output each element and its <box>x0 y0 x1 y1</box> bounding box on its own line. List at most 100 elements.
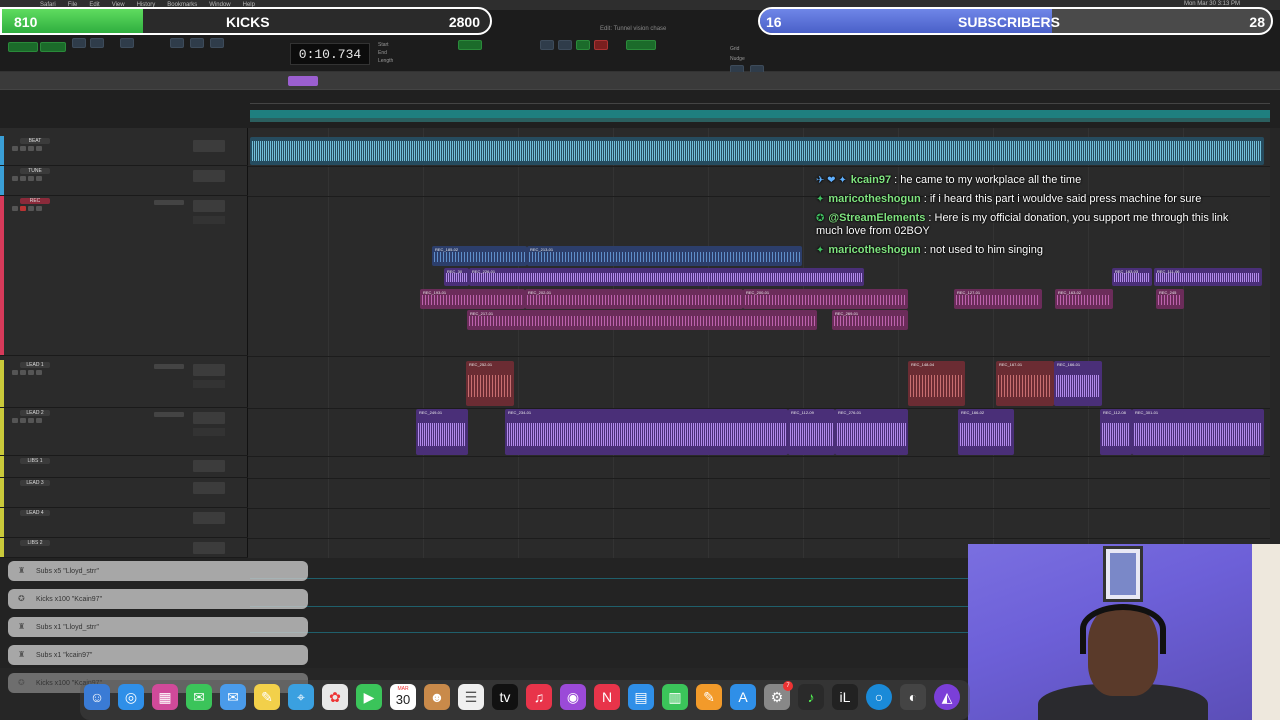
track-name[interactable]: LEAD 1 <box>20 362 50 368</box>
news-icon[interactable]: N <box>594 684 620 710</box>
audio-clip[interactable]: REC_252-01 <box>466 361 514 406</box>
count-off-button[interactable] <box>626 40 656 50</box>
track-name[interactable]: LIBS 1 <box>20 458 50 464</box>
podcasts-icon[interactable]: ◉ <box>560 684 586 710</box>
track-volume[interactable] <box>193 216 225 224</box>
audio-clip[interactable]: REC_185-02 <box>432 246 527 266</box>
audio-clip[interactable]: REC_226-01 <box>469 268 864 286</box>
audio-clip[interactable]: REC_163-02 <box>1055 289 1113 309</box>
insert-reverb[interactable] <box>154 364 184 369</box>
contacts-icon[interactable]: ☻ <box>424 684 450 710</box>
audio-clip[interactable]: REC_112-09 <box>788 409 835 455</box>
track-io[interactable] <box>193 512 225 524</box>
audio-clip[interactable]: REC_234-01 <box>505 409 788 455</box>
meter-ruler[interactable] <box>250 118 1270 122</box>
mode-button[interactable] <box>8 42 38 52</box>
insert-reverb[interactable] <box>154 412 184 417</box>
audio-clip[interactable]: REC_166-01 <box>1054 361 1102 406</box>
photos-icon[interactable]: ✿ <box>322 684 348 710</box>
pro-tools-icon[interactable]: ◭ <box>934 684 960 710</box>
audio-clip[interactable]: REC_111-06 <box>1154 268 1262 286</box>
audio-clip[interactable]: REC_217-01 <box>467 310 817 330</box>
audio-clip[interactable]: REC_202-01 <box>525 289 743 309</box>
track-header[interactable]: TUNE <box>0 166 248 196</box>
audio-clip[interactable]: REC_269-01 <box>832 310 908 330</box>
notes-icon[interactable]: ✎ <box>254 684 280 710</box>
track-io[interactable] <box>193 364 225 376</box>
track-header[interactable]: LIBS 2 <box>0 538 248 558</box>
track-buttons[interactable] <box>12 206 42 211</box>
utility-icon[interactable]: ◐ <box>900 684 926 710</box>
track-header[interactable]: LEAD 2 <box>0 408 248 456</box>
track-io[interactable] <box>193 140 225 152</box>
insert-reverb[interactable] <box>154 200 184 205</box>
apple-tv-icon[interactable]: tv <box>492 684 518 710</box>
audio-clip[interactable]: REC_167-01 <box>996 361 1054 406</box>
track-header[interactable]: REC <box>0 196 248 356</box>
audio-clip[interactable]: REC_127-01 <box>954 289 1042 309</box>
reminders-icon[interactable]: ☰ <box>458 684 484 710</box>
sync-icon[interactable]: ○ <box>866 684 892 710</box>
record-icon[interactable] <box>594 40 608 50</box>
track-header[interactable]: BEAT <box>0 136 248 166</box>
system-preferences-icon[interactable]: ⚙ 7 <box>764 681 793 710</box>
track-header[interactable]: LEAD 1 <box>0 360 248 408</box>
track-name[interactable]: LEAD 3 <box>20 480 50 486</box>
tool-selector-icon[interactable] <box>190 38 204 48</box>
track-name[interactable]: LEAD 4 <box>20 510 50 516</box>
audio-clip[interactable]: REC_193-01 <box>420 289 525 309</box>
track-io[interactable] <box>193 170 225 182</box>
audio-clip[interactable]: REC_163-03 <box>1112 268 1152 286</box>
keynote-icon[interactable]: ▤ <box>628 684 654 710</box>
track-io[interactable] <box>193 482 225 494</box>
main-counter[interactable]: 0:10.734 <box>290 43 370 65</box>
track-buttons[interactable] <box>12 146 42 151</box>
track-name[interactable]: LIBS 2 <box>20 540 50 546</box>
session-overview[interactable] <box>0 72 1280 90</box>
audio-clip[interactable]: REC_249-01 <box>416 409 468 455</box>
pages-icon[interactable]: ✎ <box>696 684 722 710</box>
track-io[interactable] <box>193 460 225 472</box>
audio-clip[interactable]: REC_276-01 <box>835 409 908 455</box>
track-buttons[interactable] <box>12 176 42 181</box>
track-header[interactable]: LEAD 4 <box>0 508 248 538</box>
track-buttons[interactable] <box>12 370 42 375</box>
track-name[interactable]: LEAD 2 <box>20 410 50 416</box>
audio-clip[interactable]: REC_213-01 <box>527 246 802 266</box>
bars-beats-ruler[interactable] <box>250 94 1270 104</box>
calendar-icon[interactable]: MAR 30 <box>390 684 416 710</box>
mode-button[interactable] <box>40 42 66 52</box>
track-io[interactable] <box>193 542 225 554</box>
ilok-icon[interactable]: iL <box>832 684 858 710</box>
zoom-button[interactable] <box>72 38 86 48</box>
audio-clip[interactable]: REC_245 <box>1156 289 1184 309</box>
play-icon[interactable] <box>576 40 590 50</box>
tempo-ruler[interactable] <box>250 110 1270 118</box>
audio-clip-beat[interactable] <box>250 137 1264 165</box>
track-io[interactable] <box>193 412 225 424</box>
numbers-icon[interactable]: ▥ <box>662 684 688 710</box>
maps-icon[interactable]: ⌖ <box>288 684 314 710</box>
app-store-icon[interactable]: A <box>730 684 756 710</box>
track-io[interactable] <box>193 200 225 212</box>
track-volume[interactable] <box>193 428 225 436</box>
track-volume[interactable] <box>193 380 225 388</box>
music-app-icon[interactable]: ♪ <box>798 684 824 710</box>
messages-icon[interactable]: ✉ <box>186 684 212 710</box>
safari-icon[interactable]: ◎ <box>118 684 144 710</box>
audio-clip[interactable]: REC_301-01 <box>1132 409 1264 455</box>
rewind-icon[interactable] <box>540 40 554 50</box>
track-name[interactable]: REC <box>20 198 50 204</box>
grid-value-button[interactable] <box>458 40 482 50</box>
finder-icon[interactable]: ☺ <box>84 684 110 710</box>
track-header[interactable]: LEAD 3 <box>0 478 248 508</box>
audio-clip[interactable]: REC_200-01 <box>743 289 908 309</box>
tool-pencil-icon[interactable] <box>210 38 224 48</box>
audio-clip[interactable]: REC_166-02 <box>958 409 1014 455</box>
audio-clip[interactable]: REC_30 <box>444 268 469 286</box>
track-header[interactable]: LIBS 1 <box>0 456 248 478</box>
track-name[interactable]: TUNE <box>20 168 50 174</box>
track-buttons[interactable] <box>12 418 42 423</box>
facetime-icon[interactable]: ▶ <box>356 684 382 710</box>
overview-selection[interactable] <box>288 76 318 86</box>
